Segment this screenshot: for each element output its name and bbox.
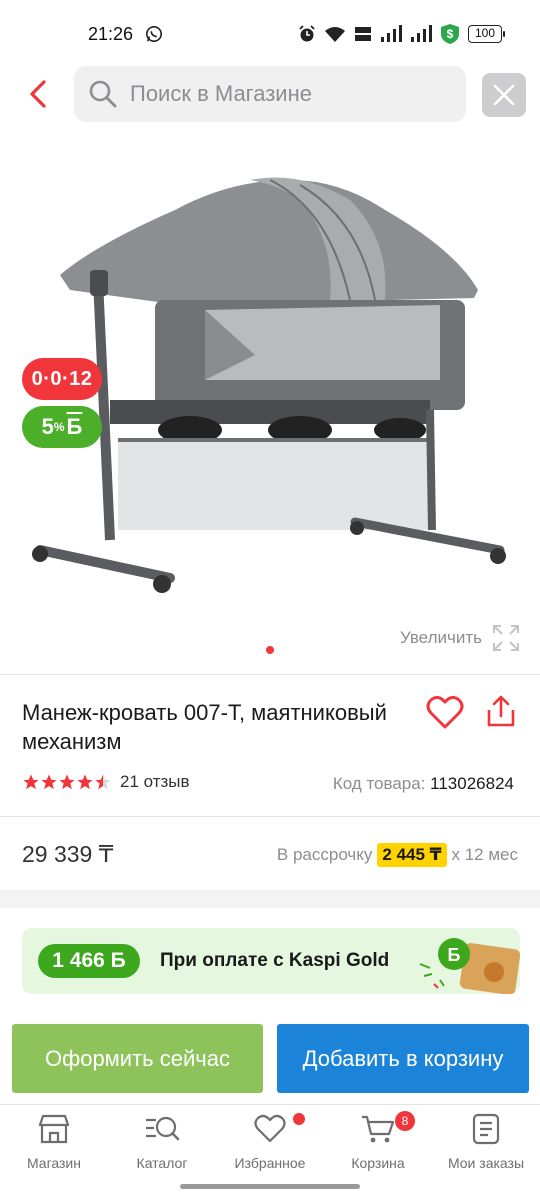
- battery-indicator: 100: [468, 25, 505, 43]
- shop-icon: [38, 1114, 70, 1144]
- price: 29 339 ₸: [22, 841, 114, 867]
- gold-text: При оплате с Kaspi Gold: [160, 950, 390, 971]
- svg-text:Б: Б: [448, 945, 461, 965]
- product-image[interactable]: [0, 140, 540, 670]
- sku: Код товара: 113026824: [333, 774, 514, 794]
- zoom-button[interactable]: Увеличить: [400, 624, 520, 652]
- nav-item-favorites[interactable]: Избранное: [216, 1113, 324, 1171]
- bonus-badge: 5% Б: [22, 406, 102, 448]
- nav-label: Каталог: [136, 1155, 188, 1171]
- search-icon: [89, 80, 117, 108]
- sku-value: 113026824: [430, 774, 514, 793]
- status-time: 21:26: [88, 24, 134, 44]
- expand-icon: [493, 625, 519, 651]
- nav-label: Мои заказы: [447, 1155, 525, 1171]
- star-icon: [41, 774, 57, 790]
- kaspi-gold-banner[interactable]: 1 466 Б При оплате с Kaspi Gold Б: [22, 928, 520, 994]
- installment-info[interactable]: В рассрочку 2 445 ₸ x 12 мес: [277, 843, 518, 867]
- cart-count-badge: 8: [395, 1111, 415, 1131]
- product-title: Манеж-кровать 007-T, маятниковый механиз…: [22, 700, 387, 754]
- catalog-search-icon: [146, 1116, 180, 1141]
- divider: [0, 816, 540, 817]
- favorite-heart-button[interactable]: [426, 694, 464, 730]
- nav-item-orders[interactable]: Мои заказы: [432, 1113, 540, 1171]
- divider: [0, 674, 540, 675]
- status-icons: $ 100: [298, 23, 505, 45]
- installment-amount: 2 445 ₸: [377, 843, 447, 867]
- status-bar: 21:26 $ 100: [0, 0, 540, 68]
- home-indicator: [180, 1184, 360, 1189]
- nav-item-shop[interactable]: Магазин: [0, 1113, 108, 1171]
- star-icon: [23, 774, 39, 790]
- nav-item-catalog[interactable]: Каталог: [108, 1113, 216, 1171]
- bonus-symbol: Б: [66, 414, 83, 439]
- reviews-count[interactable]: 21 отзыв: [120, 772, 190, 792]
- image-page-indicator: [266, 646, 274, 654]
- back-button[interactable]: [20, 74, 60, 114]
- rating-stars: [22, 773, 112, 791]
- whatsapp-icon: [145, 25, 163, 43]
- search-input[interactable]: Поиск в Магазине: [74, 66, 466, 122]
- installment-suffix: x 12 мес: [451, 845, 519, 864]
- close-button[interactable]: [482, 73, 526, 117]
- search-placeholder: Поиск в Магазине: [130, 81, 312, 106]
- sku-label: Код товара:: [332, 774, 426, 793]
- nav-label: Корзина: [351, 1155, 405, 1171]
- wifi-icon: [325, 27, 345, 42]
- rating-row[interactable]: 21 отзыв: [22, 772, 190, 792]
- star-icon: [77, 774, 93, 790]
- bonus-percent: 5: [41, 414, 54, 439]
- nav-label: Магазин: [26, 1155, 81, 1171]
- close-icon: [493, 84, 515, 106]
- section-separator: [0, 890, 540, 908]
- star-icon: [59, 774, 75, 790]
- installment-prefix: В рассрочку: [276, 845, 373, 864]
- kaspi-gold-card-icon: Б: [419, 938, 520, 994]
- volte-icon: [355, 27, 371, 41]
- signal-icon: [381, 25, 402, 42]
- share-button[interactable]: [484, 694, 518, 730]
- buy-now-button[interactable]: Оформить сейчас: [12, 1024, 263, 1093]
- alarm-icon: [299, 25, 315, 42]
- favorites-notification-dot: [293, 1113, 305, 1125]
- signal-2-icon: [411, 25, 432, 42]
- star-icon: [95, 774, 111, 790]
- zoom-label: Увеличить: [400, 628, 482, 647]
- cart-icon: [362, 1115, 395, 1143]
- nav-label: Избранное: [234, 1155, 306, 1171]
- timer-badge: 0·0·12: [22, 358, 102, 400]
- heart-icon: [254, 1114, 286, 1143]
- orders-icon: [472, 1113, 500, 1145]
- gold-bonus-badge: 1 466 Б: [38, 944, 140, 978]
- add-to-cart-button[interactable]: Добавить в корзину: [277, 1024, 529, 1093]
- kaspi-shield-icon: $: [441, 24, 459, 44]
- nav-item-cart[interactable]: Корзина: [324, 1113, 432, 1171]
- svg-text:$: $: [447, 27, 454, 41]
